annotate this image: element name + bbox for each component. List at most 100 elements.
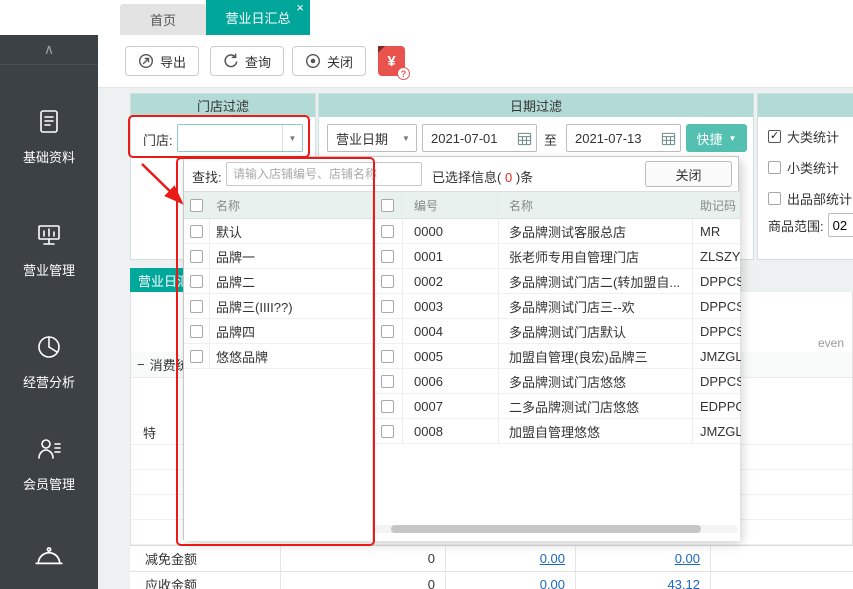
stat-filter-section: 大类统计小类统计出品部统计商品范围: <box>757 93 853 260</box>
store-id: 0000 <box>403 219 499 243</box>
tab-home[interactable]: 首页 <box>120 4 206 35</box>
store-row[interactable]: 0003多品牌测试门店三--欢DPPCS <box>373 294 740 319</box>
money-help-icon[interactable]: ¥ ? <box>378 46 405 76</box>
checkbox-cell <box>373 192 403 218</box>
checkbox[interactable] <box>381 225 394 238</box>
stat-option[interactable]: 大类统计 <box>768 127 853 145</box>
store-row[interactable]: 0004多品牌测试门店默认DPPCS <box>373 319 740 344</box>
checkbox[interactable] <box>190 325 203 338</box>
chevron-down-icon: ▼ <box>729 134 737 143</box>
checkbox[interactable] <box>190 350 203 363</box>
quick-range-button[interactable]: 快捷 ▼ <box>686 124 747 152</box>
sidebar-item-label: 会员管理 <box>23 474 75 493</box>
brand-list-panel: 名称 默认品牌一品牌二品牌三(IIII??)品牌四悠悠品牌 <box>184 191 372 541</box>
report-amount-cell: 0.00 <box>575 546 710 571</box>
close-tab-icon[interactable]: × <box>296 1 304 15</box>
checkbox[interactable] <box>190 300 203 313</box>
search-label: 查找: <box>192 167 222 186</box>
report-row-count: 0 <box>280 572 445 589</box>
checkbox[interactable] <box>381 350 394 363</box>
close-button[interactable]: 关闭 <box>292 46 366 76</box>
store-row[interactable]: 0000多品牌测试客服总店MR <box>373 219 740 244</box>
checkbox[interactable] <box>381 300 394 313</box>
store-row[interactable]: 0006多品牌测试门店悠悠DPPCS <box>373 369 740 394</box>
store-id: 0006 <box>403 369 499 393</box>
store-table-header: 编号 名称 助记码 <box>373 192 740 219</box>
select-all-checkbox[interactable] <box>381 199 394 212</box>
calendar-icon[interactable] <box>517 131 532 146</box>
store-name: 加盟自管理(良宏)品牌三 <box>499 344 693 368</box>
sidebar-collapse-icon[interactable]: ∧ <box>0 35 98 65</box>
sidebar-item-business-mgmt[interactable]: 营业管理 <box>0 220 98 279</box>
report-bottom-rows: 减免金额00.000.00应收金额00.0043.12 <box>130 545 853 589</box>
amount-link[interactable]: 0.00 <box>540 551 565 566</box>
report-partial-header: even <box>818 336 844 350</box>
checkbox[interactable] <box>381 275 394 288</box>
checkbox[interactable] <box>768 161 781 174</box>
store-row[interactable]: 0002多品牌测试门店二(转加盟自...DPPCS <box>373 269 740 294</box>
store-row[interactable]: 0008加盟自管理悠悠JMZGL <box>373 419 740 444</box>
store-table-panel: 编号 名称 助记码 0000多品牌测试客服总店MR0001张老师专用自管理门店Z… <box>372 191 740 541</box>
checkbox[interactable] <box>381 400 394 413</box>
store-id: 0007 <box>403 394 499 418</box>
tab-daily-summary[interactable]: 营业日汇总 × <box>206 0 310 35</box>
date-filter-title: 日期过滤 <box>319 94 753 117</box>
brand-name: 品牌三(IIII??) <box>210 294 372 318</box>
store-row[interactable]: 0001张老师专用自管理门店ZLSZY <box>373 244 740 269</box>
store-row[interactable]: 0005加盟自管理(良宏)品牌三JMZGL <box>373 344 740 369</box>
checkbox[interactable] <box>381 375 394 388</box>
amount-link[interactable]: 43.12 <box>667 577 700 589</box>
stat-option-label: 大类统计 <box>787 127 839 146</box>
checkbox[interactable] <box>190 225 203 238</box>
checkbox-cell <box>373 394 403 418</box>
date-from-input[interactable]: 2021-07-01 <box>422 124 537 152</box>
calendar-icon[interactable] <box>661 131 676 146</box>
checkbox[interactable] <box>381 250 394 263</box>
close-label: 关闭 <box>327 52 353 71</box>
product-range-input[interactable] <box>828 213 853 237</box>
store-select[interactable]: ▼ <box>177 124 303 152</box>
date-type-select[interactable]: 营业日期 ▼ <box>327 124 417 152</box>
sidebar-item-analysis[interactable]: 经营分析 <box>0 332 98 391</box>
sidebar-item-dining[interactable] <box>0 541 98 583</box>
search-input[interactable] <box>226 162 422 186</box>
selected-info-prefix: 已选择信息( <box>432 170 501 185</box>
documents-icon <box>34 107 64 137</box>
brand-row[interactable]: 悠悠品牌 <box>184 344 372 369</box>
query-button[interactable]: 查询 <box>210 46 284 76</box>
horizontal-scrollbar-thumb[interactable] <box>391 525 701 533</box>
store-code: ZLSZY <box>693 244 741 268</box>
store-filter-title: 门店过滤 <box>131 94 315 117</box>
sidebar-item-basic-data[interactable]: 基础资料 <box>0 107 98 166</box>
brand-row[interactable]: 品牌一 <box>184 244 372 269</box>
store-row[interactable]: 0007二多品牌测试门店悠悠EDPPC <box>373 394 740 419</box>
chevron-down-icon[interactable]: ▼ <box>282 125 302 151</box>
brand-row[interactable]: 品牌二 <box>184 269 372 294</box>
popup-close-button[interactable]: 关闭 <box>645 161 732 187</box>
pie-chart-icon <box>34 332 64 362</box>
report-row: 应收金额00.0043.12 <box>130 572 853 589</box>
amount-link[interactable]: 0.00 <box>675 551 700 566</box>
checkbox[interactable] <box>190 250 203 263</box>
collapse-minus-icon[interactable]: − <box>137 357 145 372</box>
checkbox-cell <box>184 192 210 218</box>
checkbox[interactable] <box>768 130 781 143</box>
date-to-input[interactable]: 2021-07-13 <box>566 124 681 152</box>
store-code: DPPCS <box>693 269 741 293</box>
checkbox[interactable] <box>381 325 394 338</box>
brand-row[interactable]: 默认 <box>184 219 372 244</box>
sidebar-item-members[interactable]: 会员管理 <box>0 434 98 493</box>
checkbox[interactable] <box>381 425 394 438</box>
checkbox[interactable] <box>768 192 781 205</box>
select-all-checkbox[interactable] <box>190 199 203 212</box>
brand-row[interactable]: 品牌三(IIII??) <box>184 294 372 319</box>
checkbox-cell <box>373 319 403 343</box>
question-badge: ? <box>397 67 410 80</box>
brand-row[interactable]: 品牌四 <box>184 319 372 344</box>
stat-option[interactable]: 小类统计 <box>768 158 853 176</box>
stat-option[interactable]: 出品部统计 <box>768 189 853 207</box>
checkbox-cell <box>373 269 403 293</box>
checkbox[interactable] <box>190 275 203 288</box>
amount-link[interactable]: 0.00 <box>540 577 565 589</box>
export-button[interactable]: 导出 <box>125 46 199 76</box>
